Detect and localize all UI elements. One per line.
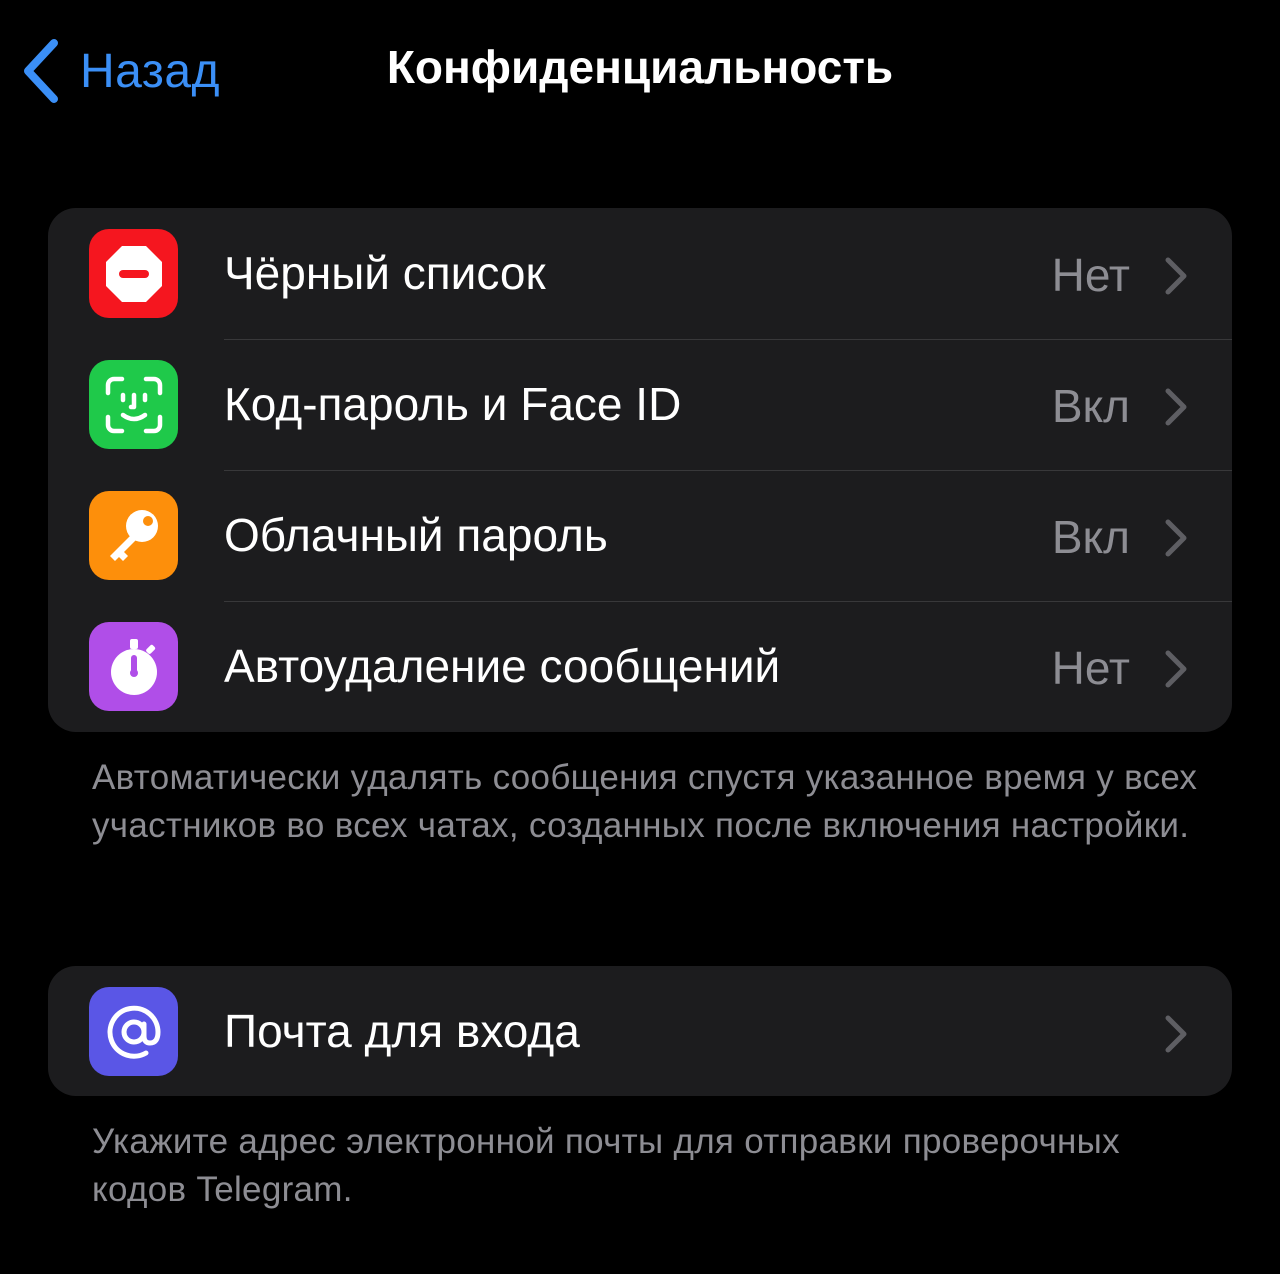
- auto-delete-footnote: Автоматически удалять сообщения спустя у…: [92, 758, 1198, 845]
- blocked-icon: [89, 229, 178, 318]
- row-label: Автоудаление сообщений: [224, 640, 781, 692]
- row-auto-delete-messages[interactable]: Автоудаление сообщений Нет: [48, 601, 1232, 732]
- row-login-email[interactable]: Почта для входа: [48, 966, 1232, 1096]
- row-value: Вкл: [1051, 380, 1130, 432]
- row-label: Облачный пароль: [224, 509, 608, 561]
- chevron-right-icon: [1165, 519, 1187, 557]
- privacy-settings-group: Чёрный список Нет Код-пароль и Face ID В…: [48, 208, 1232, 732]
- face-id-icon: [89, 360, 178, 449]
- at-sign-icon: [89, 987, 178, 1076]
- row-label: Чёрный список: [224, 247, 546, 299]
- row-passcode-face-id[interactable]: Код-пароль и Face ID Вкл: [48, 339, 1232, 470]
- row-value: Нет: [1051, 642, 1130, 694]
- row-cloud-password[interactable]: Облачный пароль Вкл: [48, 470, 1232, 601]
- timer-icon: [89, 622, 178, 711]
- navigation-bar: Назад Конфиденциальность: [0, 0, 1280, 150]
- page-title: Конфиденциальность: [386, 41, 894, 93]
- row-label: Код-пароль и Face ID: [224, 378, 682, 430]
- chevron-right-icon: [1165, 650, 1187, 688]
- row-label: Почта для входа: [224, 1005, 580, 1057]
- chevron-right-icon: [1165, 388, 1187, 426]
- login-email-group: Почта для входа: [48, 966, 1232, 1096]
- chevron-right-icon: [1165, 257, 1187, 295]
- row-value: Нет: [1051, 249, 1130, 301]
- chevron-right-icon: [1165, 1015, 1187, 1053]
- key-icon: [89, 491, 178, 580]
- row-blocked-list[interactable]: Чёрный список Нет: [48, 208, 1232, 339]
- login-email-footnote: Укажите адрес электронной почты для отпр…: [92, 1122, 1120, 1209]
- row-value: Вкл: [1051, 511, 1130, 563]
